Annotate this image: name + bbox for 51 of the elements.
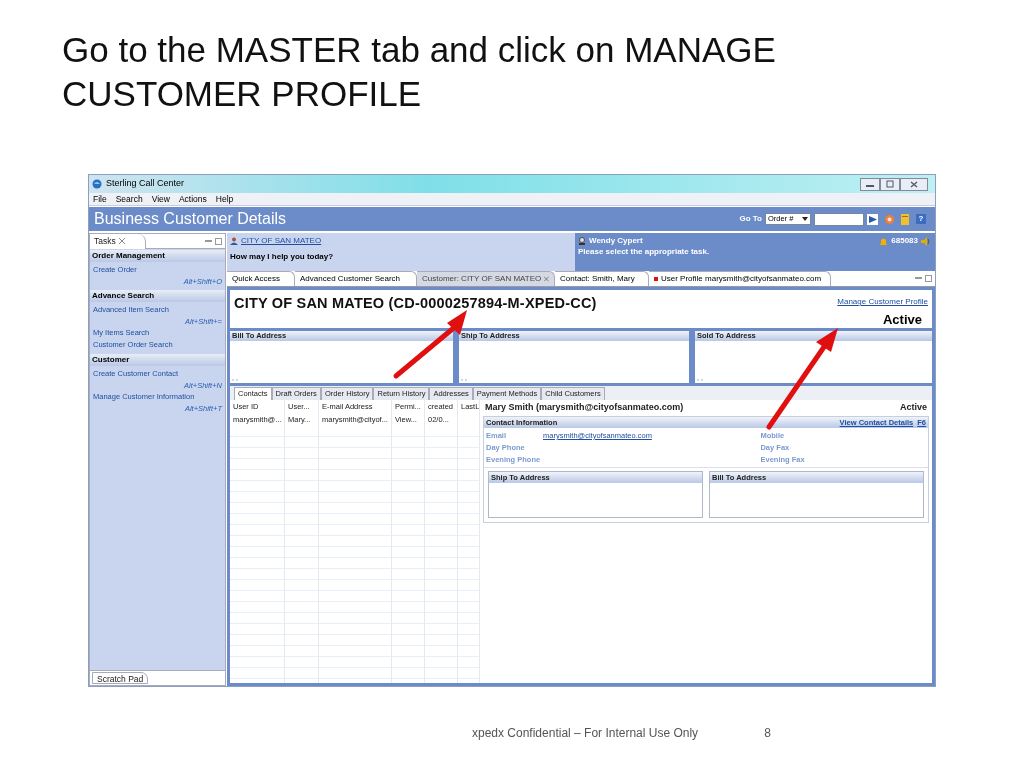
tab[interactable]: Customer: CITY OF SAN MATEO xyxy=(417,271,555,286)
slide-title: Go to the MASTER tab and click on MANAGE CUSTOMER PROFILE xyxy=(62,29,777,115)
section-header: Order Management xyxy=(90,250,225,262)
close-icon[interactable] xyxy=(900,177,928,191)
page-title: Business Customer Details xyxy=(94,209,287,229)
flag-icon xyxy=(654,277,658,281)
menu-item[interactable]: File xyxy=(93,192,107,206)
customer-link[interactable]: CITY OF SAN MATEO xyxy=(241,235,322,247)
minimize-icon[interactable] xyxy=(915,275,922,282)
maximize-icon[interactable] xyxy=(215,237,222,245)
tab[interactable]: User Profile marysmith@cityofsanmateo.com xyxy=(649,271,831,286)
user-icon xyxy=(578,237,586,245)
tasks-tab[interactable]: Tasks xyxy=(90,233,146,249)
tab[interactable]: Advanced Customer Search xyxy=(295,271,417,286)
tab[interactable]: Quick Access xyxy=(227,271,295,286)
go-to-field[interactable] xyxy=(814,212,864,226)
section-header: Advance Search xyxy=(90,290,225,302)
bell-icon xyxy=(879,236,889,246)
close-icon xyxy=(118,238,125,244)
tab[interactable]: Contact: Smith, Mary xyxy=(555,271,649,286)
caret-icon xyxy=(802,217,808,221)
menu-item[interactable]: Search xyxy=(115,192,143,206)
prompt-text: How may I help you today? xyxy=(230,251,335,263)
page-number: 8 xyxy=(764,725,771,742)
agent-name: Wendy Cypert xyxy=(589,235,643,247)
menu-item[interactable]: Actions xyxy=(178,192,207,206)
status-message: Please select the appropriate task. xyxy=(578,247,711,257)
restore-icon[interactable] xyxy=(880,177,900,191)
task-count: 685083 xyxy=(891,235,918,247)
maximize-icon[interactable] xyxy=(925,275,932,282)
speaker-icon xyxy=(921,236,930,246)
help-button[interactable]: ? xyxy=(916,214,926,224)
menu-item[interactable]: Help xyxy=(215,192,234,206)
notepad-icon[interactable] xyxy=(901,213,909,225)
customer-status: Active xyxy=(882,311,922,329)
close-icon xyxy=(544,276,549,282)
app-globe-icon xyxy=(92,179,102,189)
manage-customer-profile-link[interactable]: Manage Customer Profile xyxy=(837,296,928,308)
window-title: Sterling Call Center xyxy=(106,177,185,191)
scratch-pad-tab[interactable]: Scratch Pad xyxy=(92,672,149,684)
person-icon xyxy=(230,237,238,245)
footer-text: xpedx Confidential – For Internal Use Only xyxy=(472,725,699,742)
customer-title: CITY OF SAN MATEO (CD-0000257894-M-XPED-CC) xyxy=(234,294,597,313)
minimize-icon[interactable] xyxy=(205,237,212,245)
contact-status: Active xyxy=(900,401,927,415)
minimize-icon[interactable] xyxy=(860,177,880,191)
contact-name: Mary Smith (marysmith@cityofsanmateo.com) xyxy=(485,401,684,415)
section-header: Customer xyxy=(90,354,225,366)
menu-item[interactable]: View xyxy=(151,192,170,206)
go-arrow-icon[interactable] xyxy=(867,213,878,225)
go-to-label: Go To xyxy=(739,213,762,225)
